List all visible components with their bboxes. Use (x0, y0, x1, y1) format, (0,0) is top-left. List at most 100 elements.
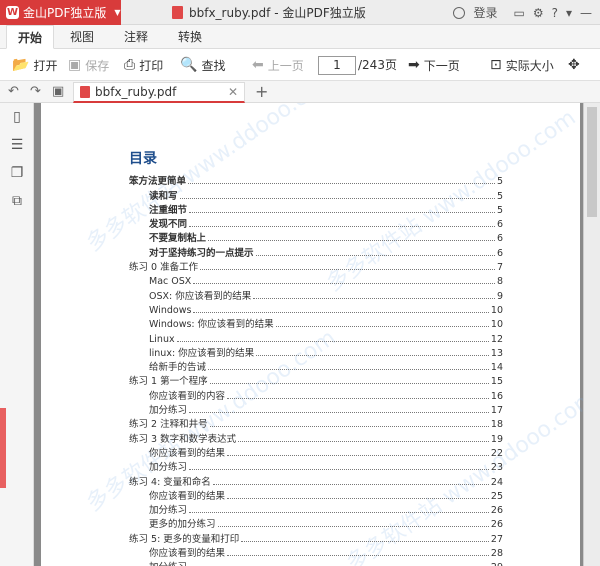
toc-entry[interactable]: 练习 3 数字和数学表达式 19 (129, 430, 503, 445)
scrollbar-thumb[interactable] (587, 107, 597, 217)
toc-entry[interactable]: Linux 12 (129, 330, 503, 345)
redo-icon[interactable]: ↷ (30, 81, 41, 103)
toc-entry-title: OSX: 你应该看到的结果 (149, 290, 252, 302)
window-title-text: bbfx_ruby.pdf - 金山PDF独立版 (189, 6, 366, 20)
toc-entry[interactable]: 练习 1 第一个程序 15 (129, 373, 503, 387)
toc-entry[interactable]: 注重细节 5 (129, 202, 503, 216)
toc-entry[interactable]: 不要复制粘上 6 (129, 230, 503, 244)
login-button[interactable]: 登录 (453, 4, 505, 21)
toc-entry[interactable]: 练习 2 注释和井号 18 (129, 416, 503, 430)
toc-entry[interactable]: linux: 你应该看到的结果 13 (129, 345, 503, 359)
toc-entry-title: 给新手的告诫 (149, 362, 207, 374)
actual-size-label: 实际大小 (505, 58, 554, 73)
toc-entry[interactable]: 对于坚持练习的一点提示 6 (129, 244, 503, 259)
next-page-button[interactable]: ➡ 下一页 (408, 49, 460, 81)
document-tab-bar: ↶ ↷ ▣ bbfx_ruby.pdf ✕ + (0, 81, 600, 103)
thumbnail-icon[interactable]: ▯ (9, 109, 25, 125)
toc-entry-title: 加分练习 (149, 559, 187, 566)
minimize-button[interactable]: — (580, 6, 592, 20)
brand-name: 金山PDF独立版 (23, 6, 107, 20)
tab-view[interactable]: 视图 (58, 25, 106, 49)
gear-icon[interactable]: ⚙ (533, 6, 544, 20)
close-icon[interactable]: ✕ (228, 85, 238, 99)
toc-leader-dots (179, 197, 495, 199)
toc-entry-page: 18 (490, 419, 503, 431)
actual-size-button[interactable]: ⊡ 实际大小 (490, 49, 554, 81)
toc-leader-dots (209, 383, 489, 385)
pdf-page: 多多软件站 www.ddooo.com 多多软件站 www.ddooo.com … (41, 103, 600, 566)
toc-leader-dots (189, 469, 489, 471)
pdf-file-icon (172, 6, 183, 19)
toc-entry-page: 25 (490, 490, 503, 502)
toc-entry-page: 10 (490, 304, 503, 316)
page-number-input[interactable]: 1 (318, 56, 356, 75)
toc-entry[interactable]: Mac OSX 8 (129, 273, 503, 287)
outline-list-icon[interactable]: ☰ (9, 137, 25, 153)
toc-entry[interactable]: Windows 10 (129, 302, 503, 316)
message-icon[interactable]: ▭ (513, 6, 524, 20)
toc-entry[interactable]: 笨方法更简单 5 (129, 173, 503, 187)
toc-entry-page: 10 (490, 319, 503, 331)
toc-entry[interactable]: 给新手的告诫 14 (129, 359, 503, 373)
toc-entry[interactable]: 更多的加分练习 26 (129, 516, 503, 530)
tab-start[interactable]: 开始 (6, 25, 54, 49)
toc-entry-title: 练习 1 第一个程序 (129, 376, 208, 388)
document-viewport[interactable]: 多多软件站 www.ddooo.com 多多软件站 www.ddooo.com … (34, 103, 600, 566)
toc-entry[interactable]: Windows: 你应该看到的结果 10 (129, 316, 503, 330)
quick-save-icon[interactable]: ▣ (52, 81, 64, 103)
toc-entry[interactable]: 练习 5: 更多的变量和打印 27 (129, 530, 503, 545)
toc-leader-dots (189, 512, 489, 514)
toc-entry[interactable]: 发现不同 6 (129, 216, 503, 230)
toc-entry[interactable]: 你应该看到的内容 16 (129, 387, 503, 402)
toc-entry[interactable]: 加分练习 29 (129, 559, 503, 566)
toc-entry-page: 27 (490, 533, 503, 545)
find-button[interactable]: 🔍 查找 (180, 49, 225, 81)
toc-entry-page: 19 (490, 433, 503, 445)
toc-heading: 目录 (129, 151, 157, 167)
toc-leader-dots (227, 555, 489, 557)
toc-entry[interactable]: 加分练习 17 (129, 402, 503, 416)
open-button[interactable]: 📂 打开 (12, 49, 57, 81)
undo-icon[interactable]: ↶ (8, 81, 19, 103)
toc-entry-page: 5 (496, 204, 503, 216)
window-title: bbfx_ruby.pdf - 金山PDF独立版 (172, 0, 366, 25)
toc-entry[interactable]: 你应该看到的结果 22 (129, 445, 503, 459)
toc-entry-title: 加分练习 (149, 405, 188, 417)
toc-entry[interactable]: 加分练习 23 (129, 459, 503, 473)
tab-annotate[interactable]: 注释 (112, 25, 160, 49)
toc-entry[interactable]: 加分练习 26 (129, 502, 503, 516)
save-button[interactable]: ▣ 保存 (68, 49, 109, 81)
print-button[interactable]: ⎙ 打印 (124, 49, 163, 81)
toc-entry-title: linux: 你应该看到的结果 (149, 347, 255, 359)
toc-entry[interactable]: 读和写 5 (129, 187, 503, 202)
attachment-icon[interactable]: ⧉ (9, 193, 25, 209)
vertical-scrollbar[interactable] (583, 103, 600, 566)
table-of-contents: 笨方法更简单 5 读和写 5 注重细节 5 发现不同 6 不要复制粘上 6 对于坚持练习的一点提示 6… (129, 173, 503, 566)
document-tab-label: bbfx_ruby.pdf (95, 85, 177, 99)
toc-leader-dots (227, 454, 489, 456)
toc-entry[interactable]: OSX: 你应该看到的结果 9 (129, 287, 503, 302)
toc-entry-title: 练习 3 数字和数学表达式 (129, 433, 237, 445)
sidebar-collapse-handle[interactable] (0, 408, 6, 488)
brand-menu-button[interactable]: W 金山PDF独立版 ▼ (0, 0, 121, 25)
toc-entry-page: 22 (490, 447, 503, 459)
toc-entry[interactable]: 你应该看到的结果 28 (129, 545, 503, 559)
toc-entry[interactable]: 练习 4: 变量和命名 24 (129, 473, 503, 488)
toc-entry-title: 更多的加分练习 (149, 519, 216, 531)
title-bar: W 金山PDF独立版 ▼ bbfx_ruby.pdf - 金山PDF独立版 登录… (0, 0, 600, 25)
comments-icon[interactable]: ❐ (9, 165, 25, 181)
tab-convert[interactable]: 转换 (166, 25, 214, 49)
toc-entry-page: 9 (496, 290, 503, 302)
save-icon: ▣ (68, 57, 82, 73)
chevron-down-icon: ▼ (114, 8, 121, 17)
prev-page-button[interactable]: ⬅ 上一页 (252, 49, 304, 81)
toc-leader-dots (189, 211, 495, 213)
toc-entry-page: 17 (490, 405, 503, 417)
document-tab[interactable]: bbfx_ruby.pdf ✕ (73, 82, 245, 103)
toc-entry[interactable]: 你应该看到的结果 25 (129, 488, 503, 502)
new-tab-button[interactable]: + (255, 81, 268, 103)
toc-entry[interactable]: 练习 0 准备工作 7 (129, 259, 503, 273)
toc-entry-page: 13 (490, 347, 503, 359)
help-button[interactable]: ? ▾ (552, 6, 572, 20)
fit-page-button[interactable]: ✥ (568, 49, 584, 81)
